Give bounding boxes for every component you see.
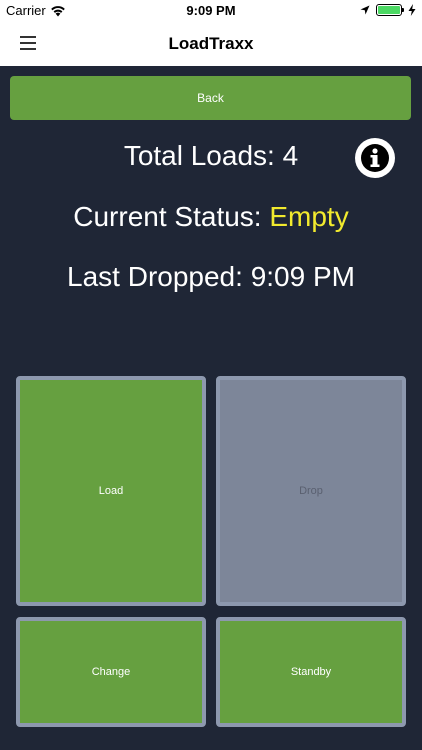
load-label: Load xyxy=(98,485,124,497)
charging-bolt-icon xyxy=(408,4,416,16)
standby-button[interactable]: Standby xyxy=(216,617,406,727)
back-button[interactable]: Back xyxy=(10,76,411,120)
status-bar: Carrier 9:09 PM xyxy=(0,0,422,22)
current-status-label: Current Status: xyxy=(73,201,262,232)
info-icon xyxy=(361,144,389,172)
drop-label: Drop xyxy=(299,485,323,497)
total-loads-label: Total Loads: xyxy=(123,140,275,171)
last-dropped-label: Last Dropped: xyxy=(67,261,243,292)
standby-label: Standby xyxy=(290,666,332,678)
load-button[interactable]: Load xyxy=(16,376,206,606)
location-arrow-icon xyxy=(360,5,370,15)
current-status-line: Current Status: Empty xyxy=(0,201,422,233)
status-right xyxy=(360,4,416,16)
change-label: Change xyxy=(91,666,131,678)
last-dropped-value: 9:09 PM xyxy=(250,261,355,292)
navigation-bar: LoadTraxx xyxy=(0,22,422,66)
change-button[interactable]: Change xyxy=(16,617,206,727)
battery-icon xyxy=(376,4,404,16)
drop-button[interactable]: Drop xyxy=(216,376,406,606)
nav-title: LoadTraxx xyxy=(168,34,254,53)
info-button[interactable] xyxy=(355,138,395,178)
current-status-value: Empty xyxy=(269,201,349,232)
last-dropped-line: Last Dropped: 9:09 PM xyxy=(0,261,422,293)
total-loads-value: 4 xyxy=(282,140,299,171)
status-time: 9:09 PM xyxy=(186,3,236,18)
